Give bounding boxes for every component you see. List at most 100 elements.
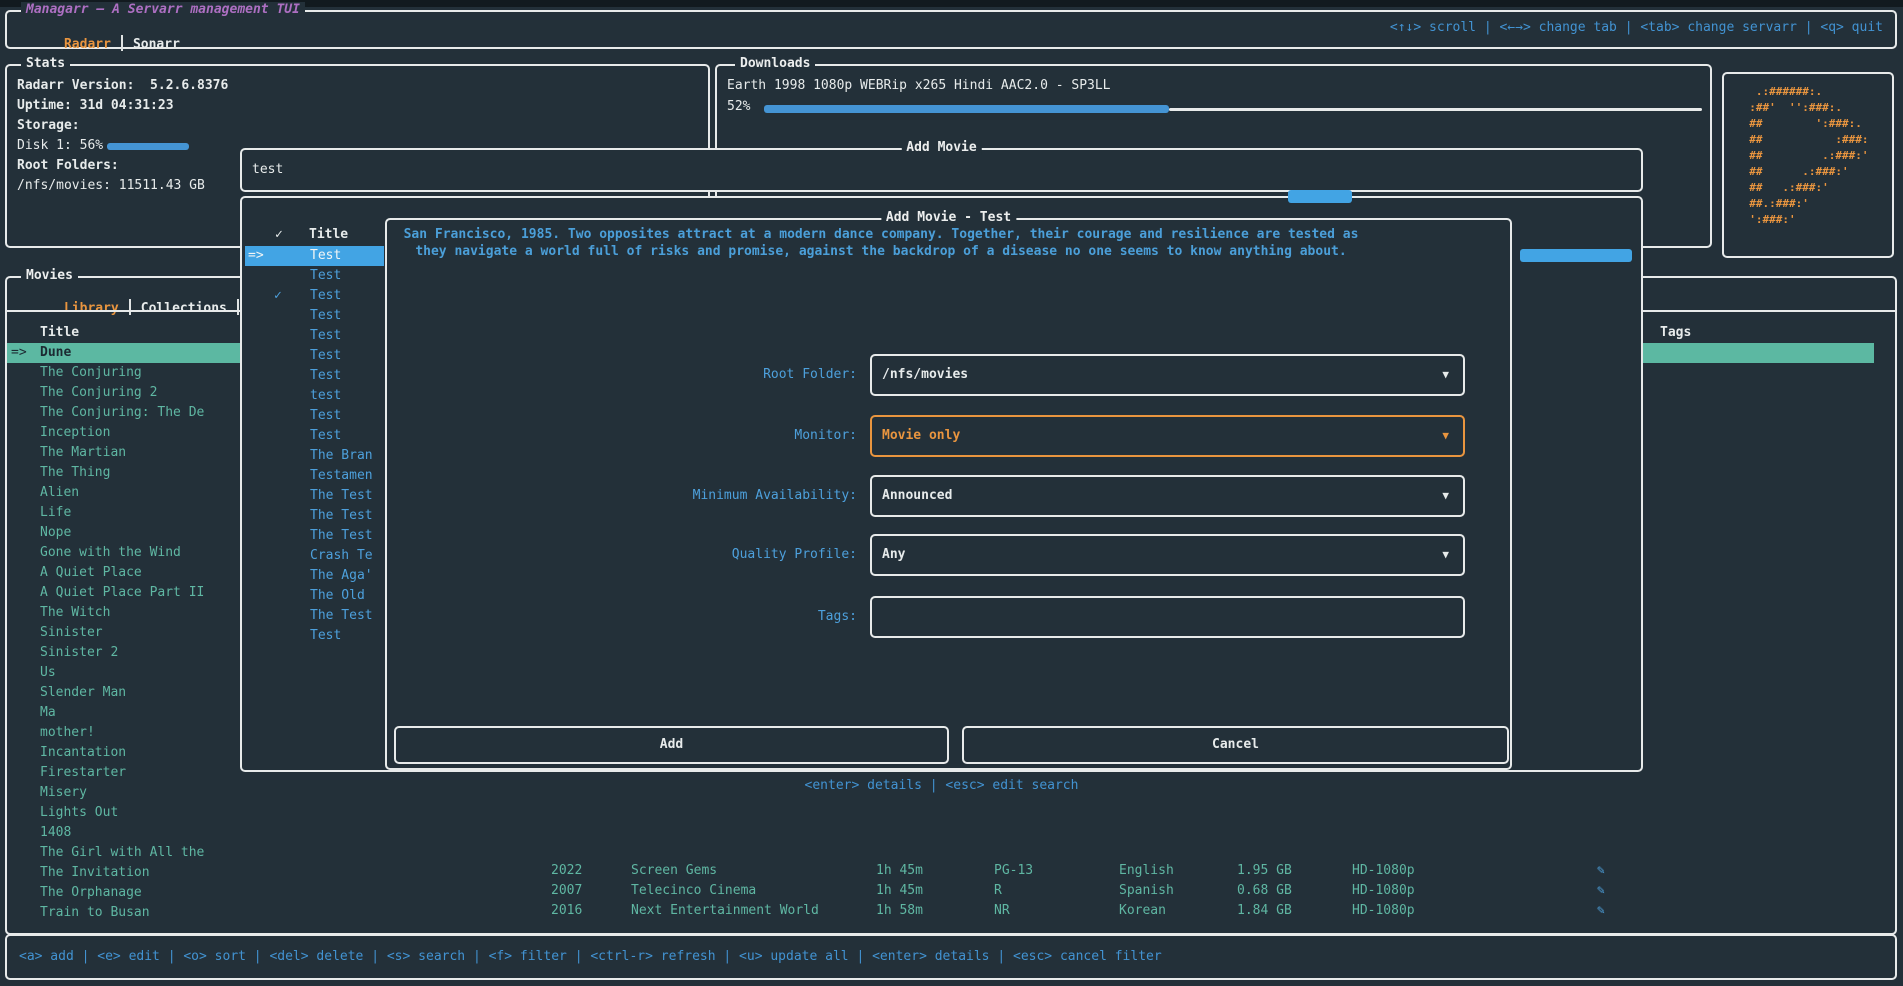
disk-usage-label: Disk 1: 56%	[17, 138, 103, 153]
movies-panel-title: Movies	[21, 268, 78, 283]
field-quality-profile: Quality Profile: Any ▼	[387, 534, 1487, 576]
minimum-availability-value: Announced	[882, 477, 952, 515]
movie-row[interactable]: The Witch	[40, 603, 204, 623]
movie-row[interactable]: Incantation	[40, 743, 204, 763]
result-row[interactable]: Test	[310, 326, 373, 346]
field-minimum-availability: Minimum Availability: Announced ▼	[387, 475, 1487, 517]
table-row[interactable]: 2007 Telecinco Cinema 1h 45m R Spanish 0…	[0, 883, 1903, 903]
result-row[interactable]: The Test	[310, 486, 373, 506]
add-button[interactable]: Add	[394, 726, 949, 764]
movie-row[interactable]: A Quiet Place Part II	[40, 583, 204, 603]
movie-row[interactable]: Sinister 2	[40, 643, 204, 663]
movie-row[interactable]: Ma	[40, 703, 204, 723]
result-row[interactable]: Test	[310, 426, 373, 446]
monitor-value: Movie only	[882, 417, 960, 455]
cell-size: 1.84 GB	[1237, 903, 1292, 918]
search-input[interactable]: test	[252, 150, 283, 190]
movie-row[interactable]: Alien	[40, 483, 204, 503]
table-scrollbar-thumb[interactable]	[1520, 249, 1632, 262]
movie-row[interactable]: Slender Man	[40, 683, 204, 703]
movie-row[interactable]: Misery	[40, 783, 204, 803]
download-pct-label: 52%	[727, 99, 750, 114]
movie-row[interactable]: The Conjuring 2	[40, 383, 204, 403]
cell-studio: Screen Gems	[631, 863, 717, 878]
cell-language: English	[1119, 863, 1174, 878]
movie-row[interactable]: Gone with the Wind	[40, 543, 204, 563]
movie-row[interactable]: Lights Out	[40, 803, 204, 823]
cell-runtime: 1h 45m	[876, 883, 923, 898]
result-row[interactable]: Testamen	[310, 466, 373, 486]
tab-radarr[interactable]: Radarr	[64, 37, 111, 52]
movie-row[interactable]: The Martian	[40, 443, 204, 463]
result-row[interactable]: Crash Te	[310, 546, 373, 566]
result-row[interactable]: Test	[310, 366, 373, 386]
result-row[interactable]: The Test	[310, 606, 373, 626]
add-movie-modal: Add Movie - Test San Francisco, 1985. Tw…	[385, 218, 1512, 770]
movie-row[interactable]: mother!	[40, 723, 204, 743]
movie-row[interactable]: Us	[40, 663, 204, 683]
table-row[interactable]: 2022 Screen Gems 1h 45m PG-13 English 1.…	[0, 863, 1903, 883]
table-row[interactable]: 2016 Next Entertainment World 1h 58m NR …	[0, 903, 1903, 923]
movie-row[interactable]: The Conjuring	[40, 363, 204, 383]
download-progress-bar	[764, 105, 1169, 113]
cell-rating: R	[994, 883, 1002, 898]
movie-row[interactable]: Sinister	[40, 623, 204, 643]
cell-size: 0.68 GB	[1237, 883, 1292, 898]
minimum-availability-select[interactable]: Announced ▼	[870, 475, 1465, 517]
top-bar: Managarr — A Servarr management TUI Rada…	[5, 10, 1897, 49]
selected-result-row[interactable]: =>Test	[245, 246, 384, 266]
cell-runtime: 1h 45m	[876, 863, 923, 878]
help-bar-keybinds: <a> add | <e> edit | <o> sort | <del> de…	[19, 936, 1162, 978]
result-row[interactable]: Test	[310, 306, 373, 326]
root-folder-label: Root Folder:	[387, 354, 857, 396]
result-row[interactable]: ✓Test	[310, 286, 373, 306]
result-row[interactable]: The Bran	[310, 446, 373, 466]
results-horizontal-scrollbar-thumb[interactable]	[1288, 190, 1352, 203]
result-row[interactable]: The Aga'	[310, 566, 373, 586]
tab-sonarr[interactable]: Sonarr	[133, 37, 180, 52]
managarr-screen: Managarr — A Servarr management TUI Rada…	[0, 0, 1903, 986]
cell-rating: PG-13	[994, 863, 1033, 878]
cell-year: 2007	[551, 883, 582, 898]
download-progress-remainder	[1169, 108, 1702, 111]
movie-row[interactable]: The Thing	[40, 463, 204, 483]
column-header-title[interactable]: Title	[40, 323, 79, 343]
movie-row[interactable]: Inception	[40, 423, 204, 443]
movie-row[interactable]: The Conjuring: The De	[40, 403, 204, 423]
movie-row[interactable]: The Girl with All the	[40, 843, 204, 863]
tags-input[interactable]	[870, 596, 1465, 638]
movie-row[interactable]: Firestarter	[40, 763, 204, 783]
movie-row[interactable]: A Quiet Place	[40, 563, 204, 583]
root-folder-select[interactable]: /nfs/movies ▼	[870, 354, 1465, 396]
movie-row[interactable]: Life	[40, 503, 204, 523]
result-row[interactable]: Test	[310, 346, 373, 366]
tab-collections[interactable]: Collections	[141, 301, 227, 316]
disk-usage-bar	[107, 143, 189, 150]
chevron-down-icon: ▼	[1442, 417, 1449, 455]
movie-row[interactable]: Nope	[40, 523, 204, 543]
result-row[interactable]: The Test	[310, 506, 373, 526]
result-row[interactable]: Test	[310, 406, 373, 426]
column-header-tags[interactable]: Tags	[1660, 323, 1691, 343]
result-row[interactable]: Test	[310, 626, 373, 646]
chevron-down-icon: ▼	[1442, 477, 1449, 515]
cell-quality: HD-1080p	[1352, 863, 1415, 878]
stats-panel-title: Stats	[21, 56, 70, 71]
cancel-button[interactable]: Cancel	[962, 726, 1509, 764]
tab-library[interactable]: Library	[64, 301, 119, 316]
description-line: San Francisco, 1985. Two opposites attra…	[400, 226, 1362, 243]
result-row[interactable]: test	[310, 386, 373, 406]
result-row[interactable]: The Old	[310, 586, 373, 606]
popup-keybind-hints: <enter> details | <esc> edit search	[240, 778, 1643, 793]
quality-profile-select[interactable]: Any ▼	[870, 534, 1465, 576]
downloads-panel-title: Downloads	[735, 56, 815, 71]
result-row[interactable]: The Test	[310, 526, 373, 546]
movie-description: San Francisco, 1985. Two opposites attra…	[400, 226, 1362, 260]
movie-row[interactable]: 1408	[40, 823, 204, 843]
quality-profile-value: Any	[882, 536, 905, 574]
results-list: Test ✓Test Test Test Test Test test Test…	[310, 266, 373, 646]
results-header-title: Title	[309, 225, 348, 245]
add-movie-search-box: Add Movie test	[240, 148, 1643, 192]
result-row[interactable]: Test	[310, 266, 373, 286]
monitor-select[interactable]: Movie only ▼	[870, 415, 1465, 457]
